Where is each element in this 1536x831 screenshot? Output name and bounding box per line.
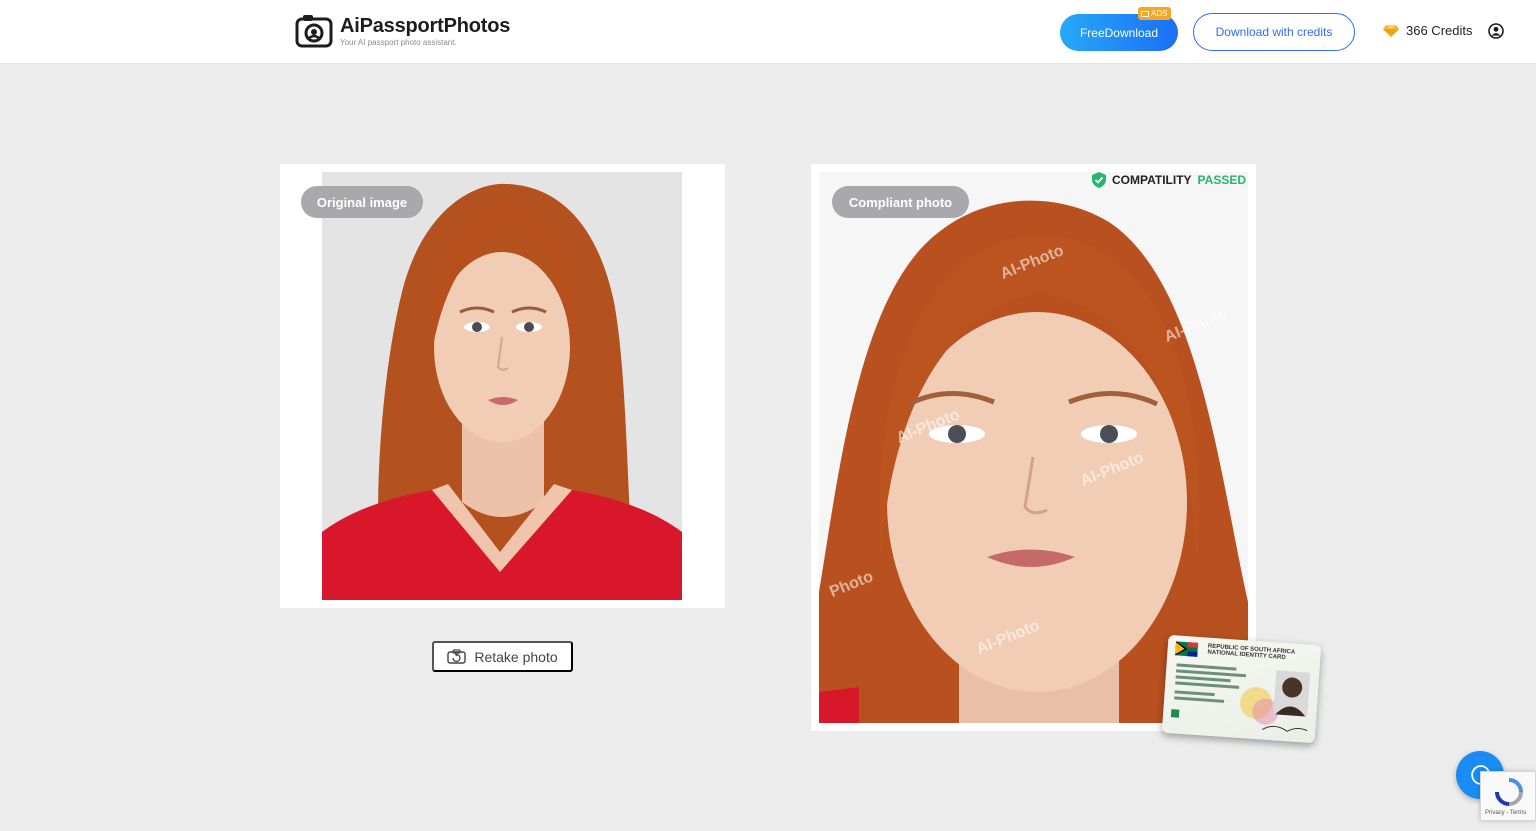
ads-badge: ADS — [1138, 7, 1172, 20]
original-photo — [322, 172, 682, 600]
camera-retake-icon — [447, 649, 467, 664]
gem-icon — [1383, 24, 1399, 37]
original-image-label: Original image — [301, 186, 423, 218]
retake-photo-button[interactable]: Retake photo — [432, 641, 573, 672]
shield-check-icon — [1092, 172, 1106, 188]
retake-photo-label: Retake photo — [474, 648, 558, 665]
id-card-preview: REPUBLIC OF SOUTH AFRICA NATIONAL IDENTI… — [1161, 634, 1322, 744]
credits-display[interactable]: 366 Credits — [1383, 23, 1472, 38]
logo-title: AiPassportPhotos — [340, 15, 511, 37]
top-header: AiPassportPhotos Your AI passport photo … — [0, 0, 1536, 64]
camera-logo-icon — [295, 15, 333, 48]
logo[interactable]: AiPassportPhotos Your AI passport photo … — [295, 14, 510, 48]
ads-icon — [1141, 10, 1149, 17]
original-portrait-image — [322, 172, 682, 600]
download-with-credits-button[interactable]: Download with credits — [1193, 13, 1355, 51]
recaptcha-icon — [1495, 778, 1523, 806]
logo-subtitle: Your AI passport photo assistant. — [340, 38, 457, 47]
original-photo-card — [280, 164, 725, 608]
ads-label: ADS — [1151, 9, 1168, 18]
recaptcha-badge[interactable]: Privacy - Terms — [1480, 771, 1536, 821]
passed-label: PASSED — [1197, 173, 1247, 187]
recaptcha-text: Privacy - Terms — [1485, 810, 1527, 816]
compatibility-label: COMPATILITY — [1112, 173, 1192, 187]
compatibility-status: COMPATILITY PASSED — [1092, 172, 1246, 188]
credits-text: 366 Credits — [1406, 23, 1473, 38]
user-account-icon[interactable] — [1488, 23, 1504, 39]
compliant-photo-label: Compliant photo — [832, 186, 969, 218]
